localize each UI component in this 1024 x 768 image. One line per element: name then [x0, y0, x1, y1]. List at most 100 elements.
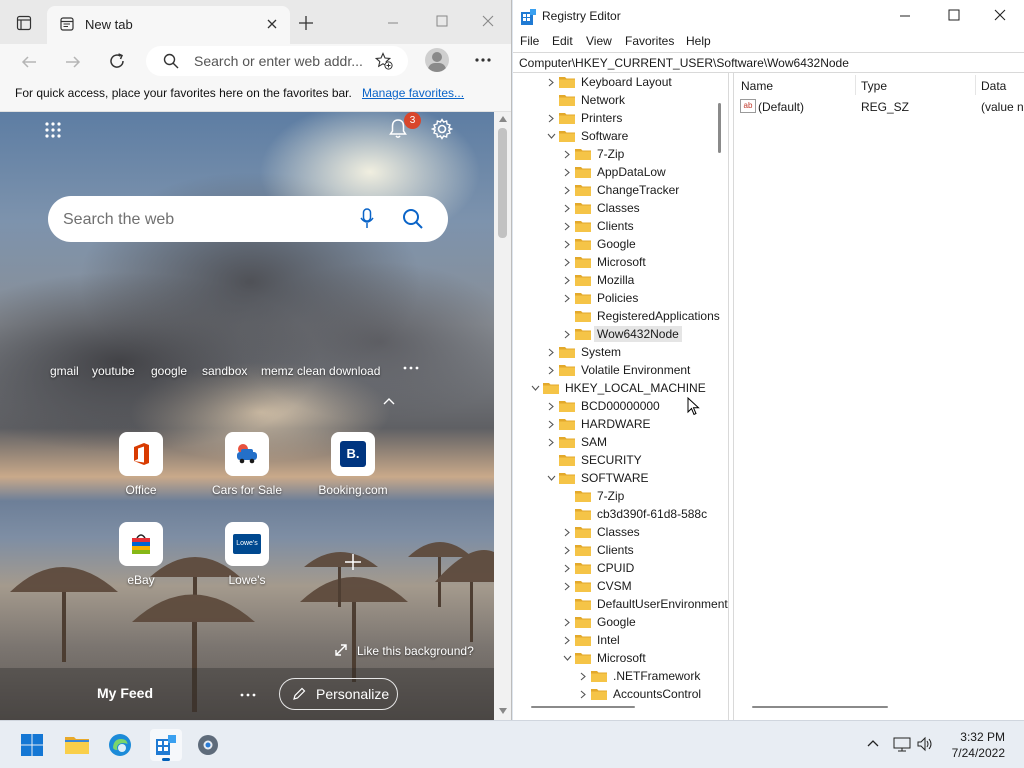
tree-node[interactable]: HARDWARE — [545, 415, 654, 433]
web-search-box[interactable]: Search the web — [48, 196, 448, 242]
tree-node[interactable]: AppDataLow — [561, 163, 669, 181]
tree-node[interactable]: Classes — [561, 523, 643, 541]
chevron-right-icon[interactable] — [545, 343, 557, 361]
network-icon[interactable] — [893, 736, 911, 752]
page-scrollbar[interactable] — [494, 112, 511, 720]
chevron-right-icon[interactable] — [561, 217, 573, 235]
tree-node[interactable]: Google — [561, 613, 639, 631]
quick-link-google[interactable]: google — [151, 364, 187, 378]
tree-node[interactable]: Intel — [561, 631, 623, 649]
clock-time[interactable]: 3:32 PM — [960, 730, 1005, 744]
regedit-minimize-icon[interactable] — [899, 10, 911, 22]
tab-new-tab[interactable]: New tab — [47, 6, 290, 44]
tree-scrollbar-thumb[interactable] — [718, 103, 721, 153]
menu-view[interactable]: View — [586, 34, 612, 48]
values-horizontal-scrollbar[interactable] — [752, 706, 888, 708]
tree-node[interactable]: DefaultUserEnvironment — [561, 595, 728, 613]
profile-avatar[interactable] — [425, 48, 449, 72]
chevron-right-icon[interactable] — [561, 253, 573, 271]
tree-node[interactable]: Google — [561, 235, 639, 253]
chevron-right-icon[interactable] — [545, 397, 557, 415]
chevron-right-icon[interactable] — [561, 181, 573, 199]
tile-lowes[interactable]: Lowe's — [225, 522, 269, 566]
tree-node[interactable]: CPUID — [561, 559, 637, 577]
chevron-right-icon[interactable] — [561, 523, 573, 541]
web-search-input[interactable]: Search the web — [63, 211, 174, 229]
more-options-icon[interactable] — [474, 52, 492, 68]
tree-node[interactable]: BCD00000000 — [545, 397, 663, 415]
web-search-icon[interactable] — [402, 208, 424, 230]
tree-node[interactable]: SOFTWARE — [545, 469, 652, 487]
tree-node[interactable]: .NETFramework — [577, 667, 703, 685]
start-button[interactable] — [16, 729, 48, 761]
feed-more-icon[interactable] — [240, 692, 256, 698]
voice-search-icon[interactable] — [360, 208, 374, 230]
scroll-up-arrow-icon[interactable] — [499, 116, 507, 122]
value-row[interactable]: ab (Default) REG_SZ (value n — [734, 97, 1024, 117]
regedit-maximize-icon[interactable] — [948, 9, 960, 21]
clock-date[interactable]: 7/24/2022 — [948, 746, 1005, 760]
tree-node[interactable]: System — [545, 343, 624, 361]
chevron-right-icon[interactable] — [545, 73, 557, 91]
tile-cars-for-sale[interactable] — [225, 432, 269, 476]
chevron-down-icon[interactable] — [545, 127, 557, 145]
tree-node[interactable]: Classes — [561, 199, 643, 217]
menu-file[interactable]: File — [520, 34, 539, 48]
tree-node[interactable]: Wow6432Node — [561, 325, 682, 343]
chevron-down-icon[interactable] — [529, 379, 541, 397]
scroll-down-arrow-icon[interactable] — [499, 708, 507, 714]
chevron-right-icon[interactable] — [561, 559, 573, 577]
tree-node[interactable]: Keyboard Layout — [545, 73, 675, 91]
forward-icon[interactable] — [64, 53, 82, 71]
background-caption[interactable]: Like this background? — [357, 644, 474, 658]
chevron-right-icon[interactable] — [577, 667, 589, 685]
regedit-close-icon[interactable] — [994, 9, 1006, 21]
chevron-down-icon[interactable] — [545, 469, 557, 487]
tree-node[interactable]: 7-Zip — [561, 145, 627, 163]
back-icon[interactable] — [20, 53, 38, 71]
settings-gear-icon[interactable] — [431, 118, 453, 140]
tree-node[interactable]: Mozilla — [561, 271, 637, 289]
edge-taskbar-button[interactable] — [104, 729, 136, 761]
tree-node[interactable]: HKEY_LOCAL_MACHINE — [529, 379, 709, 397]
add-site-plus-icon[interactable] — [344, 553, 362, 571]
tree-node[interactable]: Software — [545, 127, 631, 145]
tree-node[interactable]: Microsoft — [561, 649, 649, 667]
chevron-right-icon[interactable] — [561, 541, 573, 559]
menu-help[interactable]: Help — [686, 34, 711, 48]
tree-node[interactable]: CVSM — [561, 577, 635, 595]
tree-node[interactable]: Volatile Environment — [545, 361, 693, 379]
tree-node[interactable]: Microsoft — [561, 253, 649, 271]
settings-taskbar-button[interactable] — [192, 729, 224, 761]
quick-link-sandbox[interactable]: sandbox — [202, 364, 247, 378]
tree-node[interactable]: AccountsControl — [577, 685, 704, 703]
column-header-type[interactable]: Type — [861, 79, 887, 93]
tree-node[interactable]: Clients — [561, 541, 637, 559]
chevron-right-icon[interactable] — [561, 235, 573, 253]
tree-node[interactable]: Policies — [561, 289, 641, 307]
chevron-right-icon[interactable] — [545, 109, 557, 127]
refresh-icon[interactable] — [108, 52, 126, 70]
menu-edit[interactable]: Edit — [552, 34, 573, 48]
page-scrollbar-thumb[interactable] — [498, 128, 507, 238]
personalize-button[interactable]: Personalize — [279, 678, 398, 710]
tile-ebay[interactable] — [119, 522, 163, 566]
maximize-icon[interactable] — [436, 15, 448, 27]
tree-node[interactable]: Printers — [545, 109, 625, 127]
my-feed-tab[interactable]: My Feed — [97, 685, 153, 701]
tree-node[interactable]: RegisteredApplications — [561, 307, 723, 325]
tree-node[interactable]: SECURITY — [545, 451, 645, 469]
chevron-right-icon[interactable] — [561, 631, 573, 649]
tree-node[interactable]: cb3d390f-61d8-588c — [561, 505, 710, 523]
minimize-icon[interactable] — [387, 17, 399, 29]
close-window-icon[interactable] — [482, 15, 494, 27]
chevron-right-icon[interactable] — [577, 685, 589, 703]
expand-background-icon[interactable] — [334, 643, 348, 657]
address-input[interactable]: Search or enter web addr... — [194, 53, 363, 69]
chevron-right-icon[interactable] — [561, 577, 573, 595]
new-tab-button[interactable] — [298, 15, 314, 31]
file-explorer-button[interactable] — [61, 729, 93, 761]
manage-favorites-link[interactable]: Manage favorites... — [362, 86, 464, 100]
tab-actions-icon[interactable] — [16, 15, 32, 31]
column-header-data[interactable]: Data — [981, 79, 1006, 93]
